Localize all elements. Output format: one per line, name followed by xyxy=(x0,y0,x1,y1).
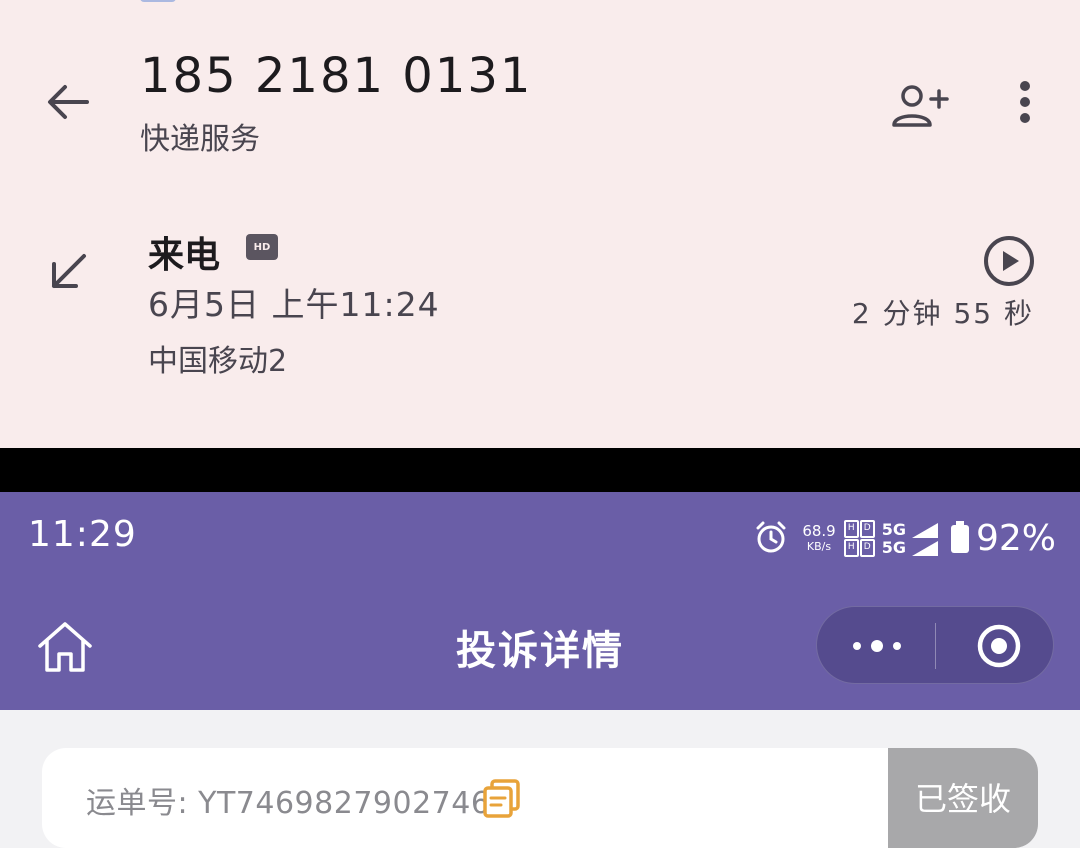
call-duration: 2 分钟 55 秒 xyxy=(851,297,1034,330)
network-type: 5G 5G xyxy=(881,519,906,557)
screenshot-divider xyxy=(0,448,1080,492)
call-type: 来电 xyxy=(148,235,221,276)
phone-number: 185 2181 0131 xyxy=(140,48,533,104)
complaint-card[interactable]: 运单号: YT7469827902746 已签收 xyxy=(42,748,1038,848)
hd-badge: HD xyxy=(246,234,278,260)
capsule-divider xyxy=(935,623,936,669)
call-carrier: 中国移动2 xyxy=(148,344,288,379)
close-target-icon[interactable] xyxy=(959,607,1039,685)
add-contact-icon[interactable] xyxy=(884,78,956,134)
status-time: 11:29 xyxy=(28,514,137,555)
more-dots-icon[interactable] xyxy=(837,607,917,685)
contact-label: 快递服务 xyxy=(140,122,260,157)
copy-icon[interactable] xyxy=(482,778,522,818)
call-detail-screen: 185 2181 0131 快递服务 来电 HD 6月5日 上午11:24 中国… xyxy=(0,0,1080,448)
status-icons: 68.9 KB/s HD HD 5G 5G 92% xyxy=(754,518,1056,559)
play-recording-icon[interactable] xyxy=(980,232,1038,290)
hd-sim-icon: HD HD xyxy=(843,519,876,558)
more-options-icon[interactable] xyxy=(1000,76,1050,128)
battery-icon xyxy=(950,520,970,558)
incoming-call-icon xyxy=(40,244,96,300)
call-date-time: 6月5日 上午11:24 xyxy=(148,285,440,324)
network-speed: 68.9 KB/s xyxy=(802,521,836,553)
status-badge: 已签收 xyxy=(888,748,1038,848)
mini-program-capsule xyxy=(816,606,1054,684)
battery-percent: 92% xyxy=(975,518,1056,559)
waybill-number: 运单号: YT7469827902746 xyxy=(86,786,491,821)
alarm-icon xyxy=(754,520,788,558)
back-arrow-icon[interactable] xyxy=(40,74,96,130)
clipped-icon xyxy=(140,0,176,2)
signal-icon xyxy=(910,521,940,557)
app-header: 11:29 68.9 KB/s HD HD 5G 5G 92% 投诉详情 xyxy=(0,492,1080,710)
